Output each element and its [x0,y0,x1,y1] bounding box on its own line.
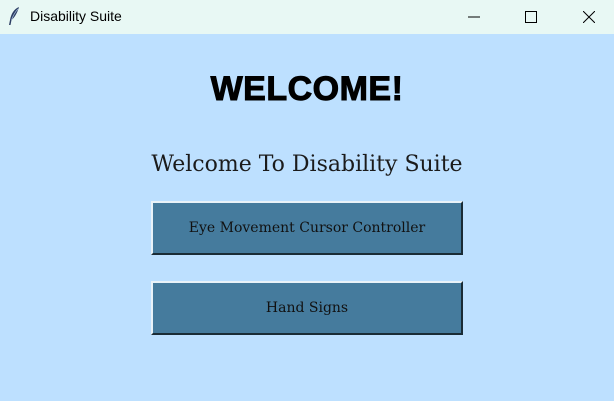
hand-signs-button[interactable]: Hand Signs [151,281,463,335]
hand-signs-button-label: Hand Signs [265,300,349,316]
app-window: Disability Suite WELCOME! Welcome To Dis… [0,0,614,401]
minimize-button[interactable] [451,0,497,34]
window-title: Disability Suite [30,8,122,24]
eye-movement-cursor-controller-button[interactable]: Eye Movement Cursor Controller [151,201,463,255]
close-button[interactable] [566,0,612,34]
welcome-heading: WELCOME! [210,70,404,109]
title-bar[interactable]: Disability Suite [0,0,614,34]
welcome-subtitle: Welcome To Disability Suite [151,152,463,177]
close-icon [583,11,595,23]
eye-movement-button-label: Eye Movement Cursor Controller [188,220,426,236]
maximize-button[interactable] [508,0,554,34]
maximize-icon [525,11,537,23]
feather-icon [7,6,21,26]
main-content: WELCOME! Welcome To Disability Suite Eye… [0,34,614,401]
minimize-icon [468,11,480,23]
